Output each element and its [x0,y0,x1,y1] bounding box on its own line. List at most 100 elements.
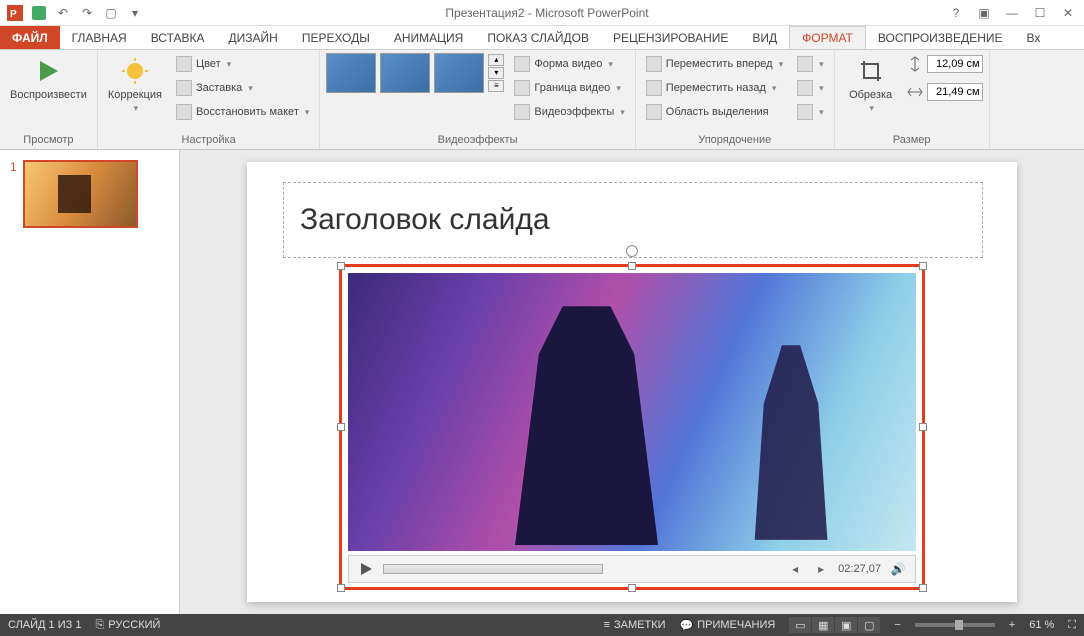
title-text: Заголовок слайда [300,203,550,237]
bring-forward-button[interactable]: Переместить вперед▾ [642,53,787,75]
minimize-button[interactable]: — [1000,3,1024,23]
slide-thumbnail-pane[interactable]: 1 [0,150,180,614]
notes-button[interactable]: ≡ЗАМЕТКИ [604,619,666,631]
gallery-scroll[interactable]: ▴▾≡ [488,54,504,92]
comments-button[interactable]: 💬ПРИМЕЧАНИЯ [680,619,776,632]
resize-handle[interactable] [628,584,636,592]
ribbon-options-icon[interactable]: ▣ [972,3,996,23]
poster-frame-button[interactable]: Заставка▾ [172,77,313,99]
resize-handle[interactable] [919,423,927,431]
save-icon[interactable] [28,2,50,24]
selection-icon [646,104,662,120]
video-border-button[interactable]: Граница видео▾ [510,77,628,99]
corrections-button[interactable]: Коррекция ▾ [104,53,166,116]
height-field[interactable] [907,53,983,75]
resize-handle[interactable] [919,584,927,592]
rotate-handle[interactable] [626,245,638,257]
slide-editor[interactable]: Заголовок слайда [180,150,1084,614]
resize-handle[interactable] [337,423,345,431]
width-field[interactable] [907,81,983,103]
send-backward-button[interactable]: Переместить назад▾ [642,77,787,99]
tab-transitions[interactable]: ПЕРЕХОДЫ [290,26,382,49]
tab-design[interactable]: ДИЗАЙН [217,26,290,49]
video-object-selected[interactable]: ◂ ▸ 02:27,07 🔊 [339,264,925,590]
reading-view-button[interactable]: ▣ [835,617,857,633]
fit-to-window-button[interactable]: ⛶ [1068,619,1076,632]
notes-icon: ≡ [604,619,610,631]
help-icon[interactable]: ? [944,3,968,23]
style-gallery[interactable]: ▴▾≡ [326,53,504,93]
reset-design-button[interactable]: Восстановить макет▾ [172,101,313,123]
slide-counter[interactable]: СЛАЙД 1 ИЗ 1 [8,619,81,631]
maximize-button[interactable]: ☐ [1028,3,1052,23]
tab-view[interactable]: ВИД [740,26,789,49]
normal-view-button[interactable]: ▭ [789,617,811,633]
tab-home[interactable]: ГЛАВНАЯ [60,26,139,49]
rotate-button[interactable]: ▾ [793,101,828,123]
slideshow-view-button[interactable]: ▢ [858,617,880,633]
redo-icon[interactable]: ↷ [76,2,98,24]
qat-more-icon[interactable]: ▾ [124,2,146,24]
tab-slideshow[interactable]: ПОКАЗ СЛАЙДОВ [475,26,601,49]
tab-playback[interactable]: ВОСПРОИЗВЕДЕНИЕ [866,26,1015,49]
play-preview-button[interactable]: Воспроизвести [6,53,91,103]
tab-review[interactable]: РЕЦЕНЗИРОВАНИЕ [601,26,740,49]
quick-access-toolbar: P ↶ ↷ ▢ ▾ [0,2,150,24]
tab-insert[interactable]: ВСТАВКА [139,26,217,49]
height-input[interactable] [927,55,983,73]
zoom-level[interactable]: 61 % [1029,619,1054,631]
resize-handle[interactable] [337,262,345,270]
crop-button[interactable]: Обрезка ▾ [841,53,901,116]
selection-pane-button[interactable]: Область выделения [642,101,787,123]
play-button[interactable] [357,560,375,578]
chevron-down-icon: ▾ [248,83,253,94]
color-button[interactable]: Цвет▾ [172,53,313,75]
video-effects-button[interactable]: Видеоэффекты▾ [510,101,628,123]
start-from-beginning-icon[interactable]: ▢ [100,2,122,24]
style-preset[interactable] [434,53,484,93]
slide-canvas[interactable]: Заголовок слайда [247,162,1017,602]
group-arrange: Переместить вперед▾ Переместить назад▾ О… [636,50,835,149]
spellcheck-icon: ⎘ [95,619,104,632]
style-preset[interactable] [380,53,430,93]
palette-icon [176,56,192,72]
resize-handle[interactable] [919,262,927,270]
volume-button[interactable]: 🔊 [889,560,907,578]
group-button[interactable]: ▾ [793,77,828,99]
tab-file[interactable]: ФАЙЛ [0,26,60,49]
tab-format[interactable]: ФОРМАТ [789,26,866,49]
chevron-down-icon: ▾ [779,59,784,70]
bring-forward-icon [646,56,662,72]
status-bar: СЛАЙД 1 ИЗ 1 ⎘РУССКИЙ ≡ЗАМЕТКИ 💬ПРИМЕЧАН… [0,614,1084,636]
group-adjust: Коррекция ▾ Цвет▾ Заставка▾ Восстановить… [98,50,321,149]
chevron-down-icon: ▾ [305,107,310,118]
poster-icon [176,80,192,96]
video-frame[interactable] [348,273,916,551]
zoom-slider[interactable] [915,623,995,627]
width-input[interactable] [927,83,983,101]
resize-handle[interactable] [337,584,345,592]
close-button[interactable]: ✕ [1056,3,1080,23]
resize-handle[interactable] [628,262,636,270]
step-forward-button[interactable]: ▸ [812,560,830,578]
ribbon-tabs: ФАЙЛ ГЛАВНАЯ ВСТАВКА ДИЗАЙН ПЕРЕХОДЫ АНИ… [0,26,1084,50]
slide-thumbnail[interactable]: 1 [10,160,169,228]
app-icon[interactable]: P [4,2,26,24]
step-back-button[interactable]: ◂ [786,560,804,578]
window-title: Презентация2 - Microsoft PowerPoint [150,6,944,20]
zoom-in-button[interactable]: + [1009,619,1015,631]
zoom-out-button[interactable]: − [894,619,900,631]
video-shape-button[interactable]: Форма видео▾ [510,53,628,75]
align-button[interactable]: ▾ [793,53,828,75]
undo-icon[interactable]: ↶ [52,2,74,24]
style-preset[interactable] [326,53,376,93]
tab-animations[interactable]: АНИМАЦИЯ [382,26,475,49]
progress-bar[interactable] [383,564,603,574]
tab-overflow[interactable]: Вх [1015,26,1053,49]
brightness-icon [119,55,151,87]
group-icon [797,80,813,96]
language-button[interactable]: ⎘РУССКИЙ [95,619,160,632]
thumbnail-image[interactable] [23,160,138,228]
sorter-view-button[interactable]: ▦ [812,617,834,633]
chevron-down-icon: ▾ [134,103,139,114]
